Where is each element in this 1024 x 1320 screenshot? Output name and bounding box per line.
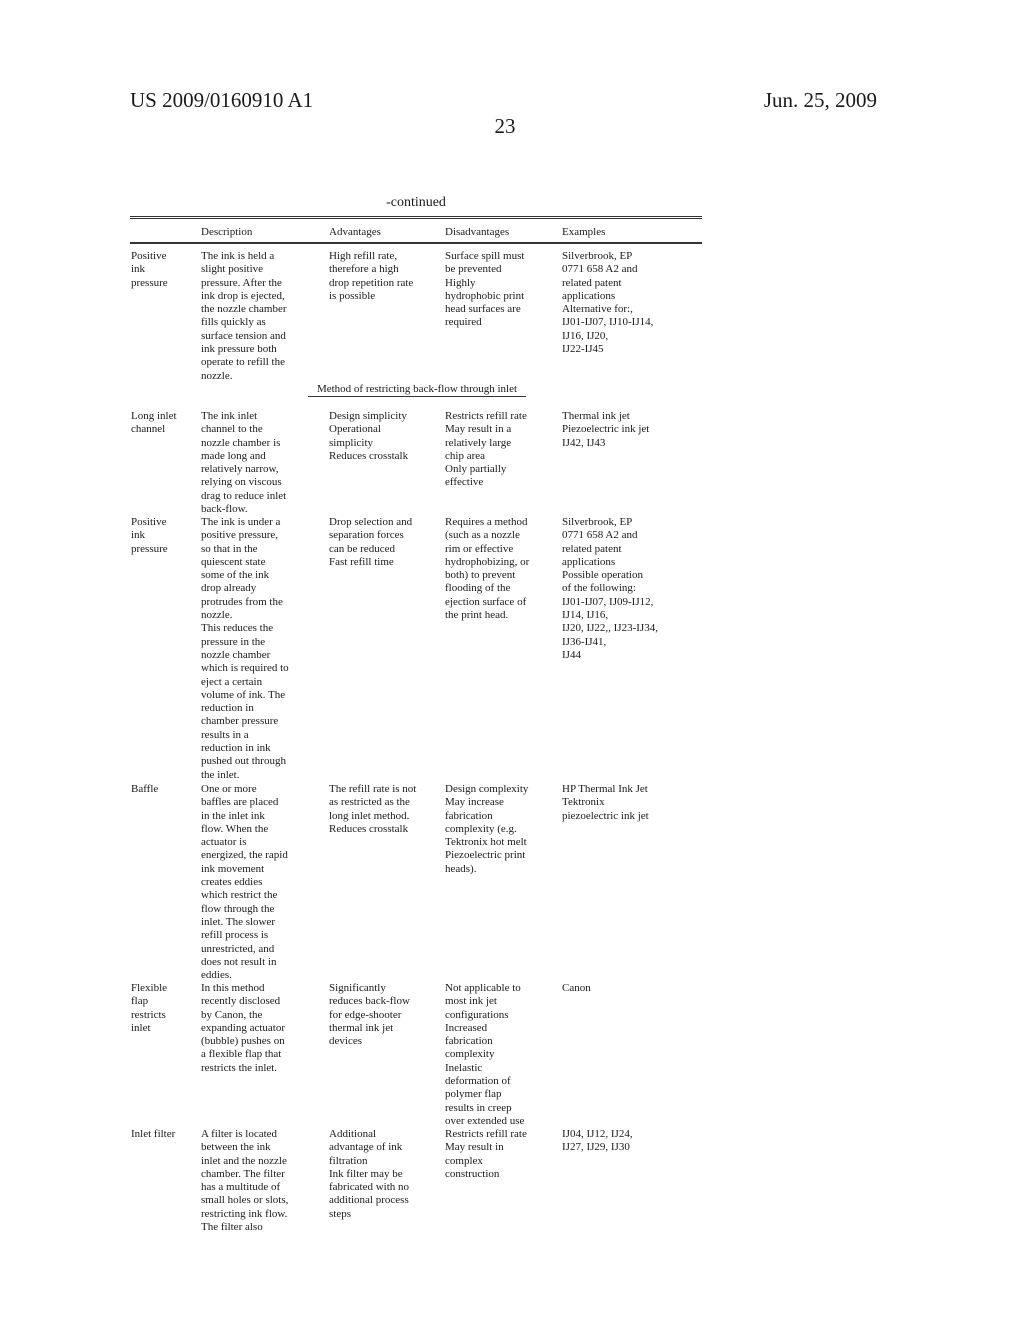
row-description: In this method recently disclosed by Can… [201,982,285,1074]
row-disadvantages: Design complexity May increase fabricati… [445,783,529,875]
row-description: The ink is under a positive pressure, so… [201,516,289,781]
column-header-description: Description [201,226,253,238]
row-examples: Silverbrook, EP 0771 658 A2 and related … [562,250,654,356]
row-name: Positive ink pressure [131,516,168,555]
table-top-rule [130,216,702,219]
row-name: Flexible flap restricts inlet [131,982,168,1034]
row-advantages: Significantly reduces back-flow for edge… [329,982,410,1048]
row-examples: IJ04, IJ12, IJ24, IJ27, IJ29, IJ30 [562,1128,633,1154]
row-examples: Thermal ink jet Piezoelectric ink jet IJ… [562,410,650,449]
row-disadvantages: Not applicable to most ink jet configura… [445,982,525,1127]
page-number: 23 [494,114,516,138]
row-advantages: Additional advantage of ink filtration I… [329,1128,410,1220]
row-disadvantages: Restricts refill rate May result in comp… [445,1128,527,1180]
row-disadvantages: Requires a method (such as a nozzle rim … [445,516,530,622]
table-header-rule [130,242,702,244]
row-examples: Silverbrook, EP 0771 658 A2 and related … [562,516,658,661]
row-advantages: The refill rate is not as restricted as … [329,783,417,835]
row-description: The ink is held a slight positive pressu… [201,250,287,382]
section-subheading: Method of restricting back-flow through … [308,383,526,397]
row-examples: HP Thermal Ink Jet Tektronix piezoelectr… [562,783,649,822]
row-name: Positive ink pressure [131,250,168,289]
row-description: A filter is located between the ink inle… [201,1128,289,1234]
row-name: Baffle [131,783,159,795]
row-advantages: Drop selection and separation forces can… [329,516,413,568]
row-disadvantages: Surface spill must be prevented Highly h… [445,250,525,329]
column-header-examples: Examples [562,226,606,238]
patent-number: US 2009/0160910 A1 [130,88,314,112]
row-name: Inlet filter [131,1128,176,1140]
row-advantages: High refill rate, therefore a high drop … [329,250,414,302]
row-disadvantages: Restricts refill rate May result in a re… [445,410,527,489]
row-description: One or more baffles are placed in the in… [201,783,288,982]
continued-label: -continued [386,195,446,210]
row-examples: Canon [562,982,591,994]
publication-date: Jun. 25, 2009 [763,88,877,112]
row-name: Long inlet channel [131,410,177,436]
row-description: The ink inlet channel to the nozzle cham… [201,410,287,516]
column-header-disadvantages: Disadvantages [445,226,510,238]
row-advantages: Design simplicity Operational simplicity… [329,410,409,462]
column-header-advantages: Advantages [329,226,381,238]
